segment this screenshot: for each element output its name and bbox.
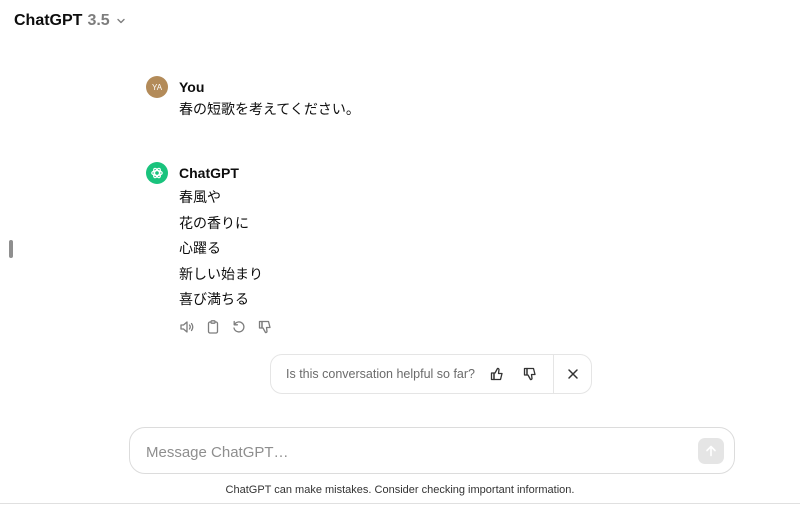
chevron-down-icon <box>116 16 126 26</box>
model-name: ChatGPT <box>14 12 83 29</box>
message-actions <box>178 318 274 336</box>
user-author-name: You <box>179 79 205 95</box>
poem-line: 心躍る <box>179 240 221 256</box>
disclaimer-text: ChatGPT can make mistakes. Consider chec… <box>225 484 575 496</box>
copy-icon[interactable] <box>204 318 222 336</box>
read-aloud-icon[interactable] <box>178 318 196 336</box>
message-input[interactable] <box>144 438 688 466</box>
assistant-message-text: 春風や 花の香りに 心躍る 新しい始まり 喜び満ちる <box>179 187 263 315</box>
arrow-up-icon <box>706 445 716 457</box>
sidebar-toggle-handle[interactable] <box>9 240 13 258</box>
regenerate-icon[interactable] <box>230 318 248 336</box>
chat-page: ChatGPT 3.5 YA You 春の短歌を考えてください。 ChatGPT… <box>0 0 800 506</box>
thumbs-down-icon[interactable] <box>256 318 274 336</box>
user-message-text: 春の短歌を考えてください。 <box>179 101 360 117</box>
message-composer <box>129 427 735 474</box>
user-avatar: YA <box>146 76 168 98</box>
poem-line: 喜び満ちる <box>179 291 249 307</box>
poem-line: 花の香りに <box>179 214 249 231</box>
send-button[interactable] <box>698 438 724 464</box>
feedback-question: Is this conversation helpful so far? <box>286 367 475 381</box>
assistant-author-name: ChatGPT <box>179 165 239 181</box>
thumbs-up-icon[interactable] <box>485 361 510 387</box>
poem-line: 新しい始まり <box>179 265 263 282</box>
poem-line: 春風や <box>179 189 221 205</box>
openai-logo-icon <box>146 162 168 184</box>
model-selector[interactable]: ChatGPT 3.5 <box>14 10 126 32</box>
close-icon[interactable] <box>554 355 591 393</box>
feedback-prompt: Is this conversation helpful so far? <box>270 354 592 394</box>
model-version: 3.5 <box>87 12 110 29</box>
thumbs-down-icon[interactable] <box>518 361 543 387</box>
bottom-divider <box>0 503 800 504</box>
